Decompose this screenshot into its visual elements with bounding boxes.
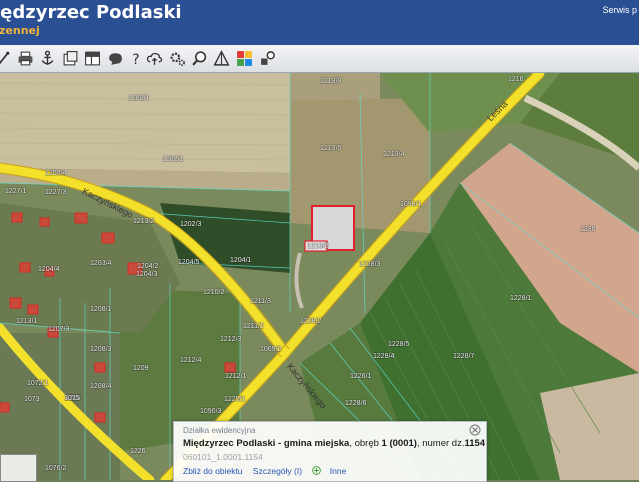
more-link[interactable]: Inne — [330, 466, 347, 476]
upload-icon[interactable] — [145, 49, 164, 68]
parcel-label: 1228/7 — [453, 353, 475, 360]
svg-text:?: ? — [132, 52, 139, 67]
search-zoom-icon[interactable] — [190, 49, 209, 68]
parcel-label: 1212/4 — [180, 357, 202, 364]
parcel-label: 1212/3 — [220, 336, 242, 343]
parcel-label: 1207/3 — [48, 326, 70, 333]
parcel-label: 1208/3 — [90, 346, 112, 353]
parcel-label: 1213/1 — [16, 318, 38, 325]
add-icon[interactable] — [312, 466, 322, 475]
parcel-label: 1213/5 — [320, 145, 342, 152]
parcel-label: 1208/1 — [90, 306, 112, 313]
identify-icon[interactable] — [258, 49, 277, 68]
map-toolbar: ? — [0, 45, 639, 73]
parcel-label: 1210/2 — [203, 289, 225, 296]
parcel-label: 1076/2 — [45, 465, 67, 472]
parcel-label: 1090/3 — [200, 408, 222, 415]
parcel-label: 1228/4 — [373, 353, 395, 360]
parcel-label: 1208/4 — [90, 383, 112, 390]
parcel-label: 1225/1 — [224, 396, 246, 403]
parcel-label: 1212/1 — [225, 373, 247, 380]
print-icon[interactable] — [16, 49, 35, 68]
details-link[interactable]: Szczegóły (I) — [253, 466, 302, 476]
popup-links: Zbliż do obiektu Szczegóły (I) Inne — [183, 466, 354, 476]
app-header: iędzyrzec Podlaski zennej Serwis p — [0, 0, 639, 45]
parcel-info-popup: Działka ewidencyjna Międzyrzec Podlaski … — [173, 421, 487, 482]
parcel-label: 1069/2 — [260, 346, 282, 353]
parcel-label: 1227/1 — [5, 188, 27, 195]
parcel-label: 1228/3 — [359, 261, 381, 268]
parcel-label: 1204/1 — [230, 257, 252, 264]
parcel-label: 1216 — [508, 76, 524, 83]
services-link[interactable]: Serwis p — [602, 5, 637, 15]
layers-color-icon[interactable] — [235, 49, 254, 68]
parcel-label: 1204/4 — [38, 266, 60, 273]
obreb-value: 1 (0001) — [381, 438, 417, 449]
parcel-label: 1204/5 — [178, 259, 200, 266]
parcel-id: 060101_1.0001.1154 — [183, 452, 263, 462]
parcel-label: 1203/4 — [90, 260, 112, 267]
parcel-label: 1072/1 — [27, 380, 49, 387]
parcel-label: 1202/3 — [180, 221, 202, 228]
map-view[interactable]: 1213/3 1216 1202/1 1202/1 1213/5 1213/4 … — [0, 73, 639, 480]
popup-title: Działka ewidencyjna — [183, 426, 256, 435]
parcel-label: 1228/1 — [510, 295, 532, 302]
parcel-label: 1202/4 — [45, 170, 67, 177]
parcel-label: 1226/1 — [350, 373, 372, 380]
settings-icon[interactable] — [168, 49, 187, 68]
export-icon[interactable] — [61, 49, 80, 68]
number-text: , numer dz. — [416, 438, 465, 449]
parcel-number: 1154 — [464, 438, 486, 449]
parcel-location: Międzyrzec Podlaski - gmina miejska — [183, 438, 350, 449]
app-title: iędzyrzec Podlaski — [0, 2, 182, 23]
parcel-label: 1228/5 — [388, 341, 410, 348]
parcel-label: 1211/3 — [250, 298, 271, 305]
layout-icon[interactable] — [83, 49, 102, 68]
shape-icon[interactable] — [106, 49, 125, 68]
help-icon[interactable]: ? — [127, 49, 146, 68]
obreb-text: , obręb — [349, 438, 382, 449]
parcel-label: 1226 — [130, 448, 146, 455]
parcel-label: 1075 — [64, 395, 80, 402]
close-icon[interactable] — [469, 424, 481, 436]
orthophoto-map[interactable] — [0, 73, 639, 480]
parcel-label: 1090/1 — [400, 201, 422, 208]
parcel-label: 1228/2 — [300, 318, 322, 325]
zoom-to-object-link[interactable]: Zbliż do obiektu — [183, 466, 243, 476]
parcel-label: 1209 — [133, 365, 149, 372]
parcel-label: 1228/6 — [345, 400, 367, 407]
anchor-icon[interactable] — [38, 49, 57, 68]
pan-icon[interactable] — [0, 49, 13, 68]
parcel-label: 1211/2 — [243, 323, 264, 330]
parcel-label: 1213/3 — [320, 78, 342, 85]
parcel-label: 1230 — [580, 226, 596, 233]
parcel-label: 1204/2 — [137, 263, 159, 270]
parcel-label: 1227/3 — [45, 189, 67, 196]
scale-control[interactable] — [0, 454, 37, 482]
parcel-label: 1213/4 — [383, 151, 405, 158]
app-subtitle: zennej — [0, 24, 40, 37]
parcel-description: Międzyrzec Podlaski - gmina miejska, obr… — [183, 438, 485, 449]
parcel-label: 1073 — [24, 396, 40, 403]
parcel-label: 1213/2 — [133, 218, 155, 225]
parcel-label: 1204/3 — [136, 271, 158, 278]
parcel-label: 1213/2 — [307, 243, 329, 250]
parcel-label: 1202/1 — [128, 95, 150, 102]
parcel-label: 1202/1 — [162, 156, 184, 163]
measure-icon[interactable] — [212, 49, 231, 68]
